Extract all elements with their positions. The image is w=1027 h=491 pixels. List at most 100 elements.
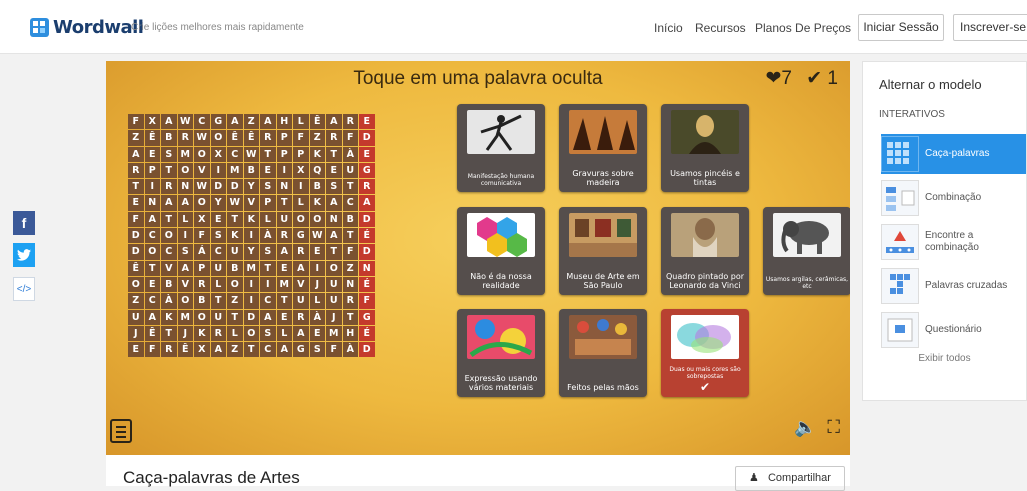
grid-cell[interactable]: Z — [227, 293, 243, 309]
grid-cell[interactable]: R — [359, 179, 375, 195]
grid-cell[interactable]: Ê — [177, 342, 193, 358]
grid-cell[interactable]: Ê — [128, 260, 144, 276]
grid-cell[interactable]: L — [210, 276, 226, 293]
grid-cell[interactable]: V — [177, 276, 193, 293]
grid-cell[interactable]: O — [326, 260, 342, 276]
grid-cell[interactable]: I — [260, 276, 276, 293]
grid-cell[interactable]: E — [326, 162, 342, 179]
grid-cell[interactable]: E — [128, 342, 144, 358]
grid-cell[interactable]: J — [309, 276, 325, 293]
grid-cell[interactable]: S — [309, 342, 325, 358]
grid-cell[interactable]: T — [161, 325, 177, 342]
grid-cell[interactable]: E — [309, 325, 325, 342]
grid-cell[interactable]: A — [177, 260, 193, 276]
template-matching[interactable]: Combinação — [881, 178, 1026, 218]
grid-cell[interactable]: S — [210, 228, 226, 244]
grid-cell[interactable]: W — [194, 130, 210, 146]
grid-cell[interactable]: T — [210, 293, 226, 309]
grid-cell[interactable]: G — [359, 162, 375, 179]
grid-cell[interactable]: I — [243, 228, 259, 244]
grid-cell[interactable]: T — [227, 309, 243, 325]
grid-cell[interactable]: T — [161, 211, 177, 228]
clue-card[interactable]: Expressão usando vários materiais — [457, 309, 545, 397]
grid-cell[interactable]: Q — [309, 162, 325, 179]
grid-cell[interactable]: U — [326, 293, 342, 309]
grid-cell[interactable]: O — [194, 309, 210, 325]
share-button[interactable]: ♟ Compartilhar — [735, 466, 845, 491]
grid-cell[interactable]: E — [276, 260, 292, 276]
clue-card[interactable]: Não é da nossa realidade — [457, 207, 545, 295]
grid-cell[interactable]: Á — [194, 244, 210, 260]
grid-cell[interactable]: M — [243, 260, 259, 276]
grid-cell[interactable]: M — [326, 325, 342, 342]
clue-card-found[interactable]: Duas ou mais cores são sobrepostas ✔ — [661, 309, 749, 397]
grid-cell[interactable]: V — [194, 162, 210, 179]
grid-cell[interactable]: N — [326, 211, 342, 228]
grid-cell[interactable]: U — [210, 260, 226, 276]
grid-cell[interactable]: W — [177, 114, 193, 130]
grid-cell[interactable]: U — [326, 276, 342, 293]
template-crossword[interactable]: Palavras cruzadas — [881, 266, 1026, 306]
grid-cell[interactable]: G — [293, 228, 309, 244]
grid-cell[interactable]: L — [293, 114, 309, 130]
grid-cell[interactable]: S — [161, 146, 177, 162]
grid-cell[interactable]: T — [342, 179, 358, 195]
grid-cell[interactable]: T — [276, 293, 292, 309]
grid-cell[interactable]: Z — [243, 114, 259, 130]
grid-cell[interactable]: Ê — [309, 114, 325, 130]
clue-card[interactable]: Quadro pintado por Leonardo da Vinci — [661, 207, 749, 295]
grid-cell[interactable]: I — [243, 293, 259, 309]
grid-cell[interactable]: L — [276, 325, 292, 342]
menu-button[interactable] — [110, 419, 132, 443]
grid-cell[interactable]: U — [227, 244, 243, 260]
grid-cell[interactable]: U — [128, 309, 144, 325]
grid-cell[interactable]: J — [128, 325, 144, 342]
grid-cell[interactable]: M — [177, 146, 193, 162]
facebook-share-button[interactable]: f — [13, 211, 35, 235]
grid-cell[interactable]: T — [260, 146, 276, 162]
grid-cell[interactable]: M — [276, 276, 292, 293]
grid-cell[interactable]: A — [161, 195, 177, 211]
grid-cell[interactable]: X — [194, 211, 210, 228]
grid-cell[interactable]: Ê — [144, 130, 160, 146]
grid-cell[interactable]: F — [128, 211, 144, 228]
grid-cell[interactable]: P — [144, 162, 160, 179]
grid-cell[interactable]: T — [342, 228, 358, 244]
grid-cell[interactable]: À — [309, 309, 325, 325]
clue-card[interactable]: Usamos pincéis e tintas — [661, 104, 749, 192]
grid-cell[interactable]: K — [309, 195, 325, 211]
grid-cell[interactable]: R — [342, 293, 358, 309]
grid-cell[interactable]: F — [194, 228, 210, 244]
grid-cell[interactable]: S — [260, 179, 276, 195]
grid-cell[interactable]: B — [161, 130, 177, 146]
grid-cell[interactable]: Ê — [144, 325, 160, 342]
grid-cell[interactable]: C — [260, 293, 276, 309]
grid-cell[interactable]: R — [293, 244, 309, 260]
show-all-link[interactable]: Exibir todos — [863, 353, 1026, 364]
grid-cell[interactable]: O — [309, 211, 325, 228]
grid-cell[interactable]: I — [177, 228, 193, 244]
grid-cell[interactable]: R — [210, 325, 226, 342]
grid-cell[interactable]: E — [144, 276, 160, 293]
grid-cell[interactable]: A — [326, 228, 342, 244]
grid-cell[interactable]: T — [144, 260, 160, 276]
grid-cell[interactable]: M — [177, 309, 193, 325]
grid-cell[interactable]: C — [144, 293, 160, 309]
signup-button[interactable]: Inscrever-se — [953, 14, 1027, 41]
grid-cell[interactable]: K — [243, 211, 259, 228]
grid-cell[interactable]: B — [194, 293, 210, 309]
grid-cell[interactable]: E — [210, 211, 226, 228]
grid-cell[interactable]: T — [161, 162, 177, 179]
grid-cell[interactable]: G — [293, 342, 309, 358]
grid-cell[interactable]: D — [128, 244, 144, 260]
nav-inicio[interactable]: Início — [654, 21, 683, 35]
speaker-icon[interactable]: 🔈 — [794, 417, 816, 437]
grid-cell[interactable]: E — [359, 146, 375, 162]
grid-cell[interactable]: B — [309, 179, 325, 195]
login-button[interactable]: Iniciar Sessão — [858, 14, 944, 41]
grid-cell[interactable]: À — [161, 293, 177, 309]
grid-cell[interactable]: T — [227, 211, 243, 228]
grid-cell[interactable]: Y — [243, 179, 259, 195]
grid-cell[interactable]: W — [243, 146, 259, 162]
grid-cell[interactable]: S — [326, 179, 342, 195]
